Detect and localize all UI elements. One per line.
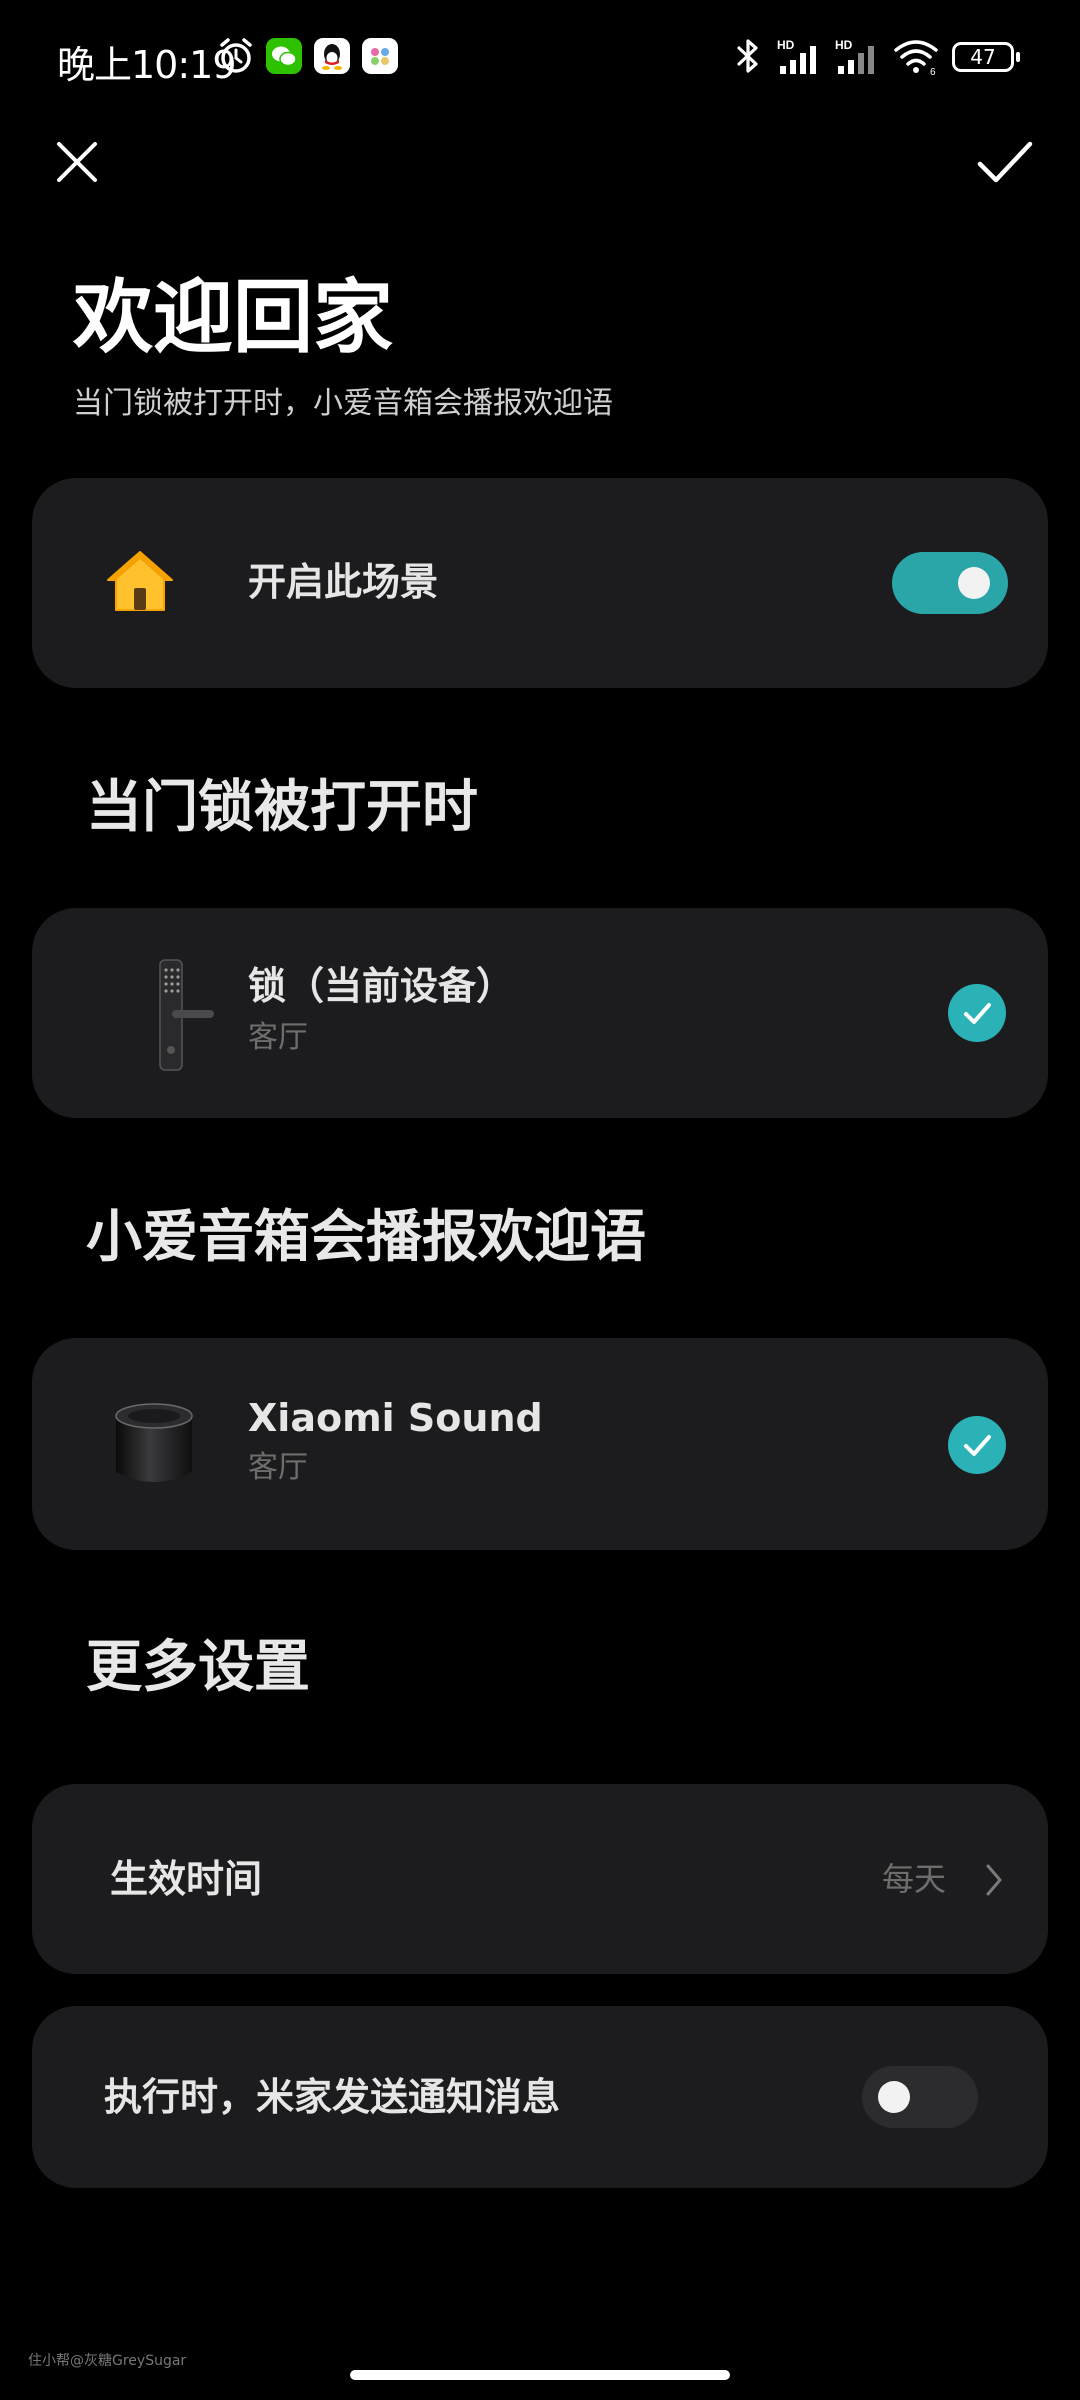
home-indicator[interactable]: [350, 2370, 730, 2380]
speaker-device-card[interactable]: Xiaomi Sound 客厅: [32, 1338, 1048, 1550]
toggle-knob: [958, 567, 990, 599]
lock-selected-check[interactable]: [948, 984, 1006, 1042]
checkmark-icon[interactable]: [972, 130, 1036, 194]
scene-edit-page: 晚上10:19 HD HD 6 47 欢迎回家 当门锁被打开时，小爱音箱会播报欢…: [0, 0, 1080, 2400]
effective-time-label: 生效时间: [110, 1857, 263, 1901]
enable-scene-label: 开启此场景: [248, 560, 439, 604]
more-settings-heading: 更多设置: [86, 1635, 310, 1700]
action-section-heading: 小爱音箱会播报欢迎语: [86, 1205, 646, 1270]
enable-scene-toggle[interactable]: [892, 552, 1008, 614]
app-icon: [362, 38, 398, 74]
status-time: 晚上10:19: [57, 43, 237, 87]
page-subtitle: 当门锁被打开时，小爱音箱会播报欢迎语: [73, 386, 613, 421]
speaker-device-name: Xiaomi Sound: [248, 1396, 543, 1440]
notify-label: 执行时，米家发送通知消息: [104, 2075, 561, 2119]
svg-text:6: 6: [930, 67, 936, 76]
house-icon: [107, 551, 173, 611]
close-icon[interactable]: [45, 130, 109, 194]
door-lock-icon: [159, 959, 214, 1071]
lock-device-card[interactable]: 锁（当前设备） 客厅: [32, 908, 1048, 1118]
speaker-device-room: 客厅: [248, 1450, 308, 1485]
signal-hd-icon: HD: [777, 38, 816, 74]
battery-icon: 47: [952, 42, 1020, 72]
alarm-icon: [220, 38, 252, 73]
page-title: 欢迎回家: [73, 271, 393, 364]
effective-time-value: 每天: [882, 1860, 947, 1898]
wifi-icon: 6: [894, 40, 938, 76]
speaker-selected-check[interactable]: [948, 1416, 1006, 1474]
trigger-section-heading: 当门锁被打开时: [86, 775, 478, 840]
chevron-right-icon: [986, 1864, 1002, 1896]
lock-device-name: 锁（当前设备）: [248, 964, 515, 1008]
qq-icon: [314, 38, 350, 74]
toggle-knob: [878, 2081, 910, 2113]
status-bar: 晚上10:19 HD HD 6 47: [0, 0, 1080, 115]
svg-text:HD: HD: [777, 38, 795, 52]
svg-text:HD: HD: [835, 38, 853, 52]
wechat-icon: [266, 38, 302, 74]
signal-hd-icon: HD: [835, 38, 874, 74]
effective-time-row[interactable]: 生效时间 每天: [32, 1784, 1048, 1974]
lock-device-room: 客厅: [248, 1020, 308, 1055]
watermark: 住小帮@灰糖GreySugar: [28, 2353, 187, 2369]
speaker-icon: [115, 1403, 193, 1482]
notify-row: 执行时，米家发送通知消息: [32, 2006, 1048, 2188]
bluetooth-icon: [737, 39, 758, 73]
notify-toggle[interactable]: [862, 2066, 978, 2128]
enable-scene-card: 开启此场景: [32, 478, 1048, 688]
